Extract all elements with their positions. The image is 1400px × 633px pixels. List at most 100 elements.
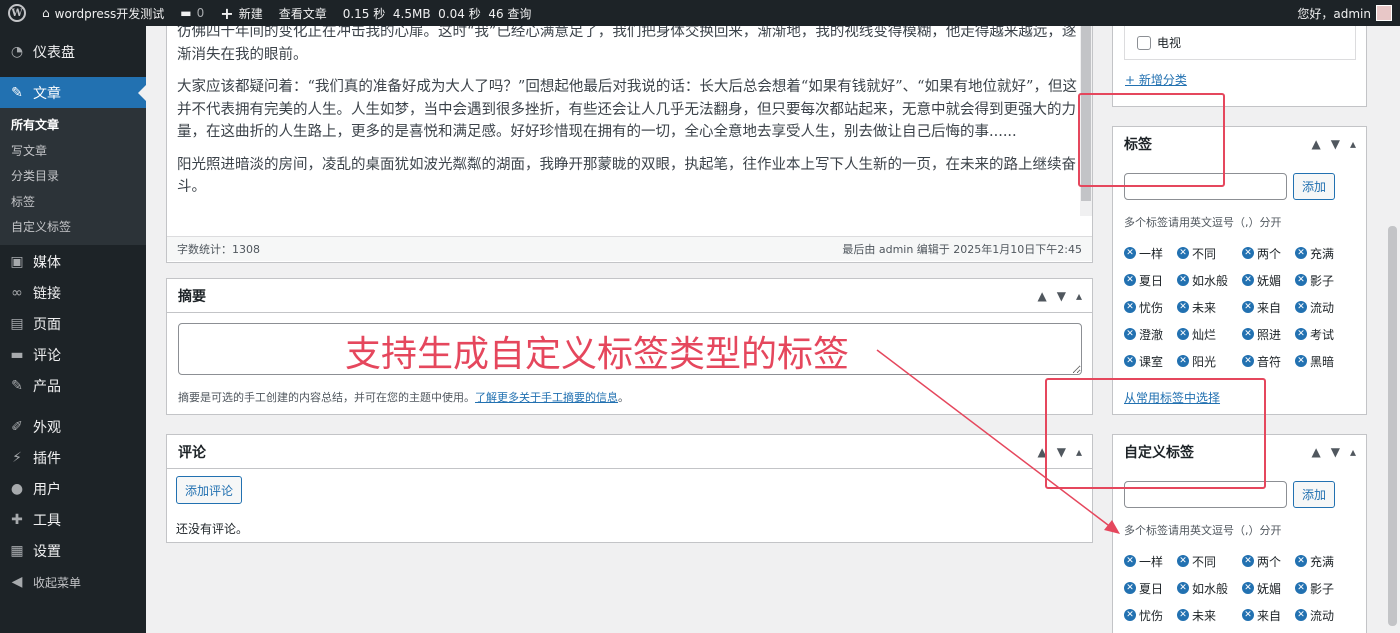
remove-tag-icon[interactable]: ✕ (1177, 609, 1190, 621)
toggle-panel-icon[interactable]: ▴ (1350, 137, 1356, 151)
tag-label: 夏日 (1139, 581, 1164, 596)
remove-tag-icon[interactable]: ✕ (1124, 247, 1136, 259)
remove-tag-icon[interactable]: ✕ (1242, 355, 1255, 367)
move-down-icon[interactable]: ▼ (1331, 137, 1340, 151)
comments-link[interactable]: ▬ 0 (172, 0, 212, 26)
submenu-new-post[interactable]: 写文章 (0, 139, 146, 165)
remove-tag-icon[interactable]: ✕ (1295, 274, 1308, 286)
remove-tag-icon[interactable]: ✕ (1177, 582, 1190, 594)
tag-label: 黑暗 (1310, 354, 1335, 369)
tag-chip: ✕ 一样 (1124, 553, 1163, 569)
tags-hint: 多个标签请用英文逗号（,）分开 (1124, 216, 1282, 229)
tag-label: 妩媚 (1257, 273, 1282, 288)
tag-chip: ✕ 来自 (1242, 607, 1281, 623)
menu-label: 工具 (33, 513, 61, 529)
submenu-all-posts[interactable]: 所有文章 (0, 113, 146, 139)
menu-pages[interactable]: ▤ 页面 (0, 309, 146, 340)
submenu-categories[interactable]: 分类目录 (0, 164, 146, 190)
remove-tag-icon[interactable]: ✕ (1295, 328, 1308, 340)
menu-label: 页面 (33, 317, 61, 333)
add-comment-button[interactable]: 添加评论 (176, 476, 243, 504)
site-name-link[interactable]: ⌂ wordpress开发测试 (34, 0, 172, 26)
remove-tag-icon[interactable]: ✕ (1242, 582, 1255, 594)
add-tag-button[interactable]: 添加 (1293, 173, 1336, 200)
menu-products[interactable]: ✎ 产品 (0, 371, 146, 402)
tag-label: 考试 (1310, 327, 1335, 342)
menu-collapse[interactable]: ◀ 收起菜单 (0, 567, 146, 598)
comments-header[interactable]: 评论 ▲ ▼ ▴ (167, 435, 1092, 469)
remove-tag-icon[interactable]: ✕ (1295, 609, 1308, 621)
wp-logo-menu[interactable]: W (0, 0, 34, 26)
remove-tag-icon[interactable]: ✕ (1124, 301, 1136, 313)
tag-chip: ✕ 未来 (1177, 607, 1228, 623)
remove-tag-icon[interactable]: ✕ (1124, 582, 1136, 594)
move-up-icon[interactable]: ▲ (1038, 289, 1047, 303)
editor-body[interactable]: 彷佛四十年间的变化正在冲击我的心扉。这时“我”已经心满意足了，我们把身体交换回来… (177, 26, 1077, 216)
category-checkbox[interactable] (1137, 35, 1151, 50)
menu-links[interactable]: ∞ 链接 (0, 278, 146, 309)
settings-icon: ▦ (10, 543, 24, 559)
annotation-text: 支持生成自定义标签类型的标签 (345, 334, 850, 375)
page-scrollbar-thumb[interactable] (1388, 226, 1397, 626)
remove-tag-icon[interactable]: ✕ (1242, 247, 1255, 259)
toggle-panel-icon[interactable]: ▴ (1350, 445, 1356, 459)
menu-settings[interactable]: ▦ 设置 (0, 536, 146, 567)
excerpt-help-link[interactable]: 了解更多关于手工摘要的信息 (475, 391, 618, 404)
view-post-link[interactable]: 查看文章 (271, 0, 335, 26)
submenu-tags[interactable]: 标签 (0, 190, 146, 216)
new-content-link[interactable]: + 新建 (212, 0, 270, 26)
menu-label: 设置 (33, 544, 61, 560)
account-menu[interactable]: 您好，admin (1289, 0, 1400, 26)
move-up-icon[interactable]: ▲ (1312, 137, 1321, 151)
remove-tag-icon[interactable]: ✕ (1242, 609, 1255, 621)
menu-dashboard[interactable]: ◔ 仪表盘 (0, 36, 146, 67)
move-down-icon[interactable]: ▼ (1057, 289, 1066, 303)
remove-tag-icon[interactable]: ✕ (1242, 328, 1255, 340)
menu-label: 插件 (33, 451, 61, 467)
menu-users[interactable]: ● 用户 (0, 474, 146, 505)
comments-box: 评论 ▲ ▼ ▴ 添加评论 还没有评论。 (166, 434, 1093, 543)
add-custom-tag-button[interactable]: 添加 (1293, 481, 1336, 508)
remove-tag-icon[interactable]: ✕ (1177, 355, 1190, 367)
remove-tag-icon[interactable]: ✕ (1177, 555, 1190, 567)
query-stats[interactable]: 0.15 秒 4.5MB 0.04 秒 46 查询 (335, 0, 540, 26)
tag-label: 阳光 (1192, 354, 1217, 369)
add-category-link[interactable]: + 新增分类 (1125, 71, 1187, 88)
remove-tag-icon[interactable]: ✕ (1177, 328, 1190, 340)
page-scrollbar[interactable] (1385, 26, 1400, 633)
tag-chip: ✕ 课室 (1124, 353, 1163, 369)
remove-tag-icon[interactable]: ✕ (1124, 328, 1136, 340)
menu-tools[interactable]: ✚ 工具 (0, 505, 146, 536)
remove-tag-icon[interactable]: ✕ (1124, 609, 1136, 621)
plugin-icon: ⚡ (12, 450, 22, 466)
remove-tag-icon[interactable]: ✕ (1295, 355, 1308, 367)
remove-tag-icon[interactable]: ✕ (1295, 247, 1308, 259)
home-icon: ⌂ (42, 6, 50, 20)
remove-tag-icon[interactable]: ✕ (1177, 247, 1190, 259)
remove-tag-icon[interactable]: ✕ (1242, 555, 1255, 567)
tag-chip: ✕ 充满 (1295, 245, 1334, 261)
comments-count: 0 (196, 6, 205, 20)
move-up-icon[interactable]: ▲ (1312, 445, 1321, 459)
remove-tag-icon[interactable]: ✕ (1124, 355, 1136, 367)
menu-appearance[interactable]: ✐ 外观 (0, 412, 146, 443)
remove-tag-icon[interactable]: ✕ (1242, 301, 1255, 313)
remove-tag-icon[interactable]: ✕ (1124, 555, 1136, 567)
remove-tag-icon[interactable]: ✕ (1295, 582, 1308, 594)
toggle-panel-icon[interactable]: ▴ (1076, 289, 1082, 303)
menu-plugins[interactable]: ⚡ 插件 (0, 443, 146, 474)
remove-tag-icon[interactable]: ✕ (1242, 274, 1255, 286)
menu-media[interactable]: ▣ 媒体 (0, 247, 146, 278)
tag-chip: ✕ 音符 (1242, 353, 1281, 369)
remove-tag-icon[interactable]: ✕ (1124, 274, 1136, 286)
remove-tag-icon[interactable]: ✕ (1177, 301, 1190, 313)
remove-tag-icon[interactable]: ✕ (1177, 274, 1190, 286)
menu-comments[interactable]: ▬ 评论 (0, 340, 146, 371)
submenu-custom-tags[interactable]: 自定义标签 (0, 215, 146, 241)
tag-chip: ✕ 一样 (1124, 245, 1163, 261)
excerpt-header[interactable]: 摘要 ▲ ▼ ▴ (167, 279, 1092, 313)
move-down-icon[interactable]: ▼ (1331, 445, 1340, 459)
remove-tag-icon[interactable]: ✕ (1295, 555, 1308, 567)
remove-tag-icon[interactable]: ✕ (1295, 301, 1308, 313)
menu-posts[interactable]: ✎ 文章 (0, 77, 146, 108)
